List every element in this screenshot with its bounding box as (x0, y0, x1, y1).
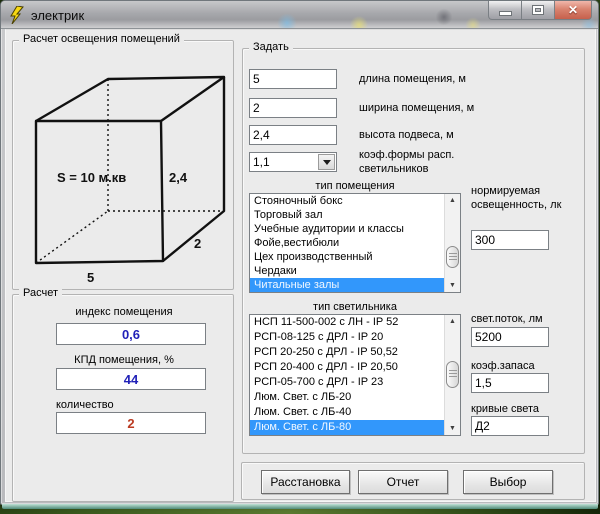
list-item[interactable]: НСП 11-500-002 с ЛН - IP 52 (250, 315, 444, 330)
room-width-label: ширина помещения, м (359, 102, 475, 114)
room-efficiency-label: КПД помещения, % (74, 354, 174, 366)
minimize-button[interactable] (488, 1, 522, 20)
chevron-down-icon (322, 159, 331, 165)
scroll-up-icon[interactable]: ▲ (445, 194, 460, 207)
diagram-group: Расчет освещения помещений S = 10 м.кв 2… (12, 33, 234, 290)
title-bar[interactable]: электрик ✕ (1, 1, 598, 29)
room-length-label: длина помещения, м (359, 73, 466, 85)
choose-button[interactable]: Выбор (463, 470, 553, 494)
close-button[interactable]: ✕ (554, 1, 592, 20)
grip-icon (448, 252, 457, 262)
form-factor-combobox[interactable]: 1,1 (249, 152, 337, 172)
room-type-listbox[interactable]: Стояночный бокс Торговый зал Учебные ауд… (249, 193, 461, 293)
luminaire-type-scrollbar[interactable]: ▲ ▼ (444, 315, 460, 435)
list-item[interactable]: Люм. Свет. с ЛБ-40 (250, 405, 444, 420)
list-item[interactable]: Фойе,вестибюли (250, 236, 444, 250)
cube-height-label: 2,4 (169, 170, 188, 185)
list-item[interactable]: РСП 20-400 с ДРЛ - IP 20,50 (250, 360, 444, 375)
room-type-scrollbar[interactable]: ▲ ▼ (444, 194, 460, 292)
placement-button[interactable]: Расстановка (261, 470, 350, 494)
scrollbar-thumb[interactable] (446, 361, 459, 388)
cube-depth-label: 2 (194, 236, 201, 251)
client-area: Расчет освещения помещений S = 10 м.кв 2… (5, 29, 596, 502)
scroll-down-icon[interactable]: ▼ (445, 279, 460, 292)
window-bottom-edge (2, 504, 598, 509)
suspension-height-label: высота подвеса, м (359, 129, 454, 141)
combo-dropdown-button[interactable] (318, 154, 335, 170)
room-cube-diagram: S = 10 м.кв 2,4 2 5 (34, 75, 226, 285)
list-item-selected[interactable]: Люм. Свет. с ЛБ-80 (250, 420, 444, 435)
list-item[interactable]: Чердаки (250, 264, 444, 278)
maximize-button[interactable] (521, 1, 555, 20)
illuminance-label: нормируемая освещенность, лк (471, 185, 562, 211)
window-controls: ✕ (488, 1, 592, 20)
luminaire-type-label: тип светильника (313, 301, 397, 313)
list-item[interactable]: РСП-05-700 с ДРЛ - IP 23 (250, 375, 444, 390)
safety-factor-input[interactable] (471, 373, 549, 393)
action-panel: Расстановка Отчет Выбор (241, 462, 585, 500)
luminaire-type-listbox[interactable]: НСП 11-500-002 с ЛН - IP 52 РСП-08-125 с… (249, 314, 461, 436)
set-group-title: Задать (249, 41, 293, 53)
flux-input[interactable] (471, 327, 549, 347)
list-item[interactable]: РСП 20-250 с ДРЛ - IP 50,52 (250, 345, 444, 360)
minimize-icon (499, 11, 511, 15)
quantity-value[interactable] (56, 412, 206, 434)
list-item-selected[interactable]: Читальные залы (250, 278, 444, 292)
maximize-icon (533, 6, 543, 14)
scroll-up-icon[interactable]: ▲ (445, 315, 460, 328)
lightning-icon (10, 6, 24, 24)
close-icon: ✕ (567, 2, 579, 17)
suspension-height-input[interactable] (249, 125, 337, 145)
form-factor-value: 1,1 (253, 155, 270, 169)
app-window: электрик ✕ Расчет освещения помещений S … (0, 0, 599, 505)
scroll-down-icon[interactable]: ▼ (445, 422, 460, 435)
light-curves-label: кривые света (471, 403, 540, 415)
room-type-label: тип помещения (315, 180, 395, 192)
room-type-items: Стояночный бокс Торговый зал Учебные ауд… (250, 194, 444, 292)
calc-group-title: Расчет (19, 287, 62, 299)
calc-group: Расчет индекс помещения КПД помещения, %… (12, 287, 234, 502)
list-item[interactable]: Цех производственный (250, 250, 444, 264)
cube-width-label: 5 (87, 270, 94, 285)
room-efficiency-value[interactable] (56, 368, 206, 390)
luminaire-type-items: НСП 11-500-002 с ЛН - IP 52 РСП-08-125 с… (250, 315, 444, 435)
room-width-input[interactable] (249, 98, 337, 118)
illuminance-input[interactable] (471, 230, 549, 250)
list-item[interactable]: Стояночный бокс (250, 194, 444, 208)
set-group: Задать длина помещения, м ширина помещен… (242, 41, 585, 454)
quantity-label: количество (56, 399, 114, 411)
form-factor-label: коэф.формы расп. светильников (359, 149, 455, 175)
list-item[interactable]: РСП-08-125 с ДРЛ - IP 20 (250, 330, 444, 345)
list-item[interactable]: Торговый зал (250, 208, 444, 222)
room-index-label: индекс помещения (75, 306, 173, 318)
grip-icon (448, 370, 457, 379)
flux-label: свет.поток, лм (471, 313, 543, 325)
report-button[interactable]: Отчет (358, 470, 448, 494)
cube-area-label: S = 10 м.кв (57, 170, 126, 185)
scrollbar-thumb[interactable] (446, 246, 459, 268)
list-item[interactable]: Учебные аудитории и классы (250, 222, 444, 236)
window-title: электрик (31, 8, 85, 23)
list-item[interactable]: Люм. Свет. с ЛБ-20 (250, 390, 444, 405)
safety-factor-label: коэф.запаса (471, 360, 535, 372)
room-length-input[interactable] (249, 69, 337, 89)
light-curves-input[interactable] (471, 416, 549, 436)
room-index-value[interactable] (56, 323, 206, 345)
